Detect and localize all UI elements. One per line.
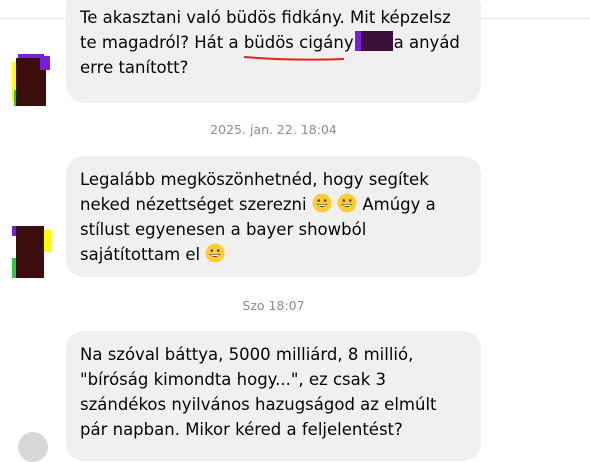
message-bubble[interactable]: Na szóval báttya, 5000 milliárd, 8 milli…: [66, 331, 481, 461]
message-line: sajátítottam el: [80, 242, 465, 267]
message-line: "bíróság kimondta hogy...", ez csak 3: [80, 370, 387, 389]
message-timestamp: Szo 18:07: [242, 298, 305, 313]
message-line: Legalább megköszönhetnéd, hogy segítek: [80, 170, 429, 189]
redacted-word: [354, 31, 393, 51]
message-line: te magadról? Hát a büdös cigány a anyád: [80, 30, 465, 61]
message-text: Amúgy a: [362, 195, 436, 214]
message-line: stílust egyenesen a bayer showból: [80, 220, 367, 239]
avatar[interactable]: [18, 432, 48, 462]
avatar-redacted[interactable]: [10, 52, 54, 112]
grinning-emoji-icon: [205, 243, 225, 263]
message-bubble[interactable]: Te akasztani való büdös fidkány. Mit kép…: [66, 0, 481, 103]
underlined-text: büdös cigány: [243, 33, 354, 52]
avatar-redacted[interactable]: [10, 222, 54, 282]
message-line: pár napban. Mikor kéred a feljelentést?: [80, 420, 403, 439]
message-line: Te akasztani való büdös fidkány. Mit kép…: [80, 8, 451, 27]
message-text: a anyád: [393, 33, 460, 52]
message-timestamp: 2025. jan. 22. 18:04: [210, 122, 337, 137]
message-text: neked nézettséget szerezni: [80, 195, 307, 214]
grinning-emoji-icon: [337, 193, 357, 213]
message-text: sajátítottam el: [80, 245, 201, 264]
red-underline-mark: [243, 56, 344, 61]
message-line: Na szóval báttya, 5000 milliárd, 8 milli…: [80, 345, 414, 364]
message-line: neked nézettséget szerezni Amúgy a: [80, 192, 465, 217]
message-bubble[interactable]: Legalább megköszönhetnéd, hogy segítek n…: [66, 156, 481, 277]
underlined-phrase: büdös cigány a anyád: [243, 30, 460, 61]
message-line: szándékos nyilvános hazugságod az elmúlt: [80, 395, 437, 414]
message-text: te magadról? Hát a: [80, 33, 239, 52]
grinning-emoji-icon: [312, 193, 332, 213]
